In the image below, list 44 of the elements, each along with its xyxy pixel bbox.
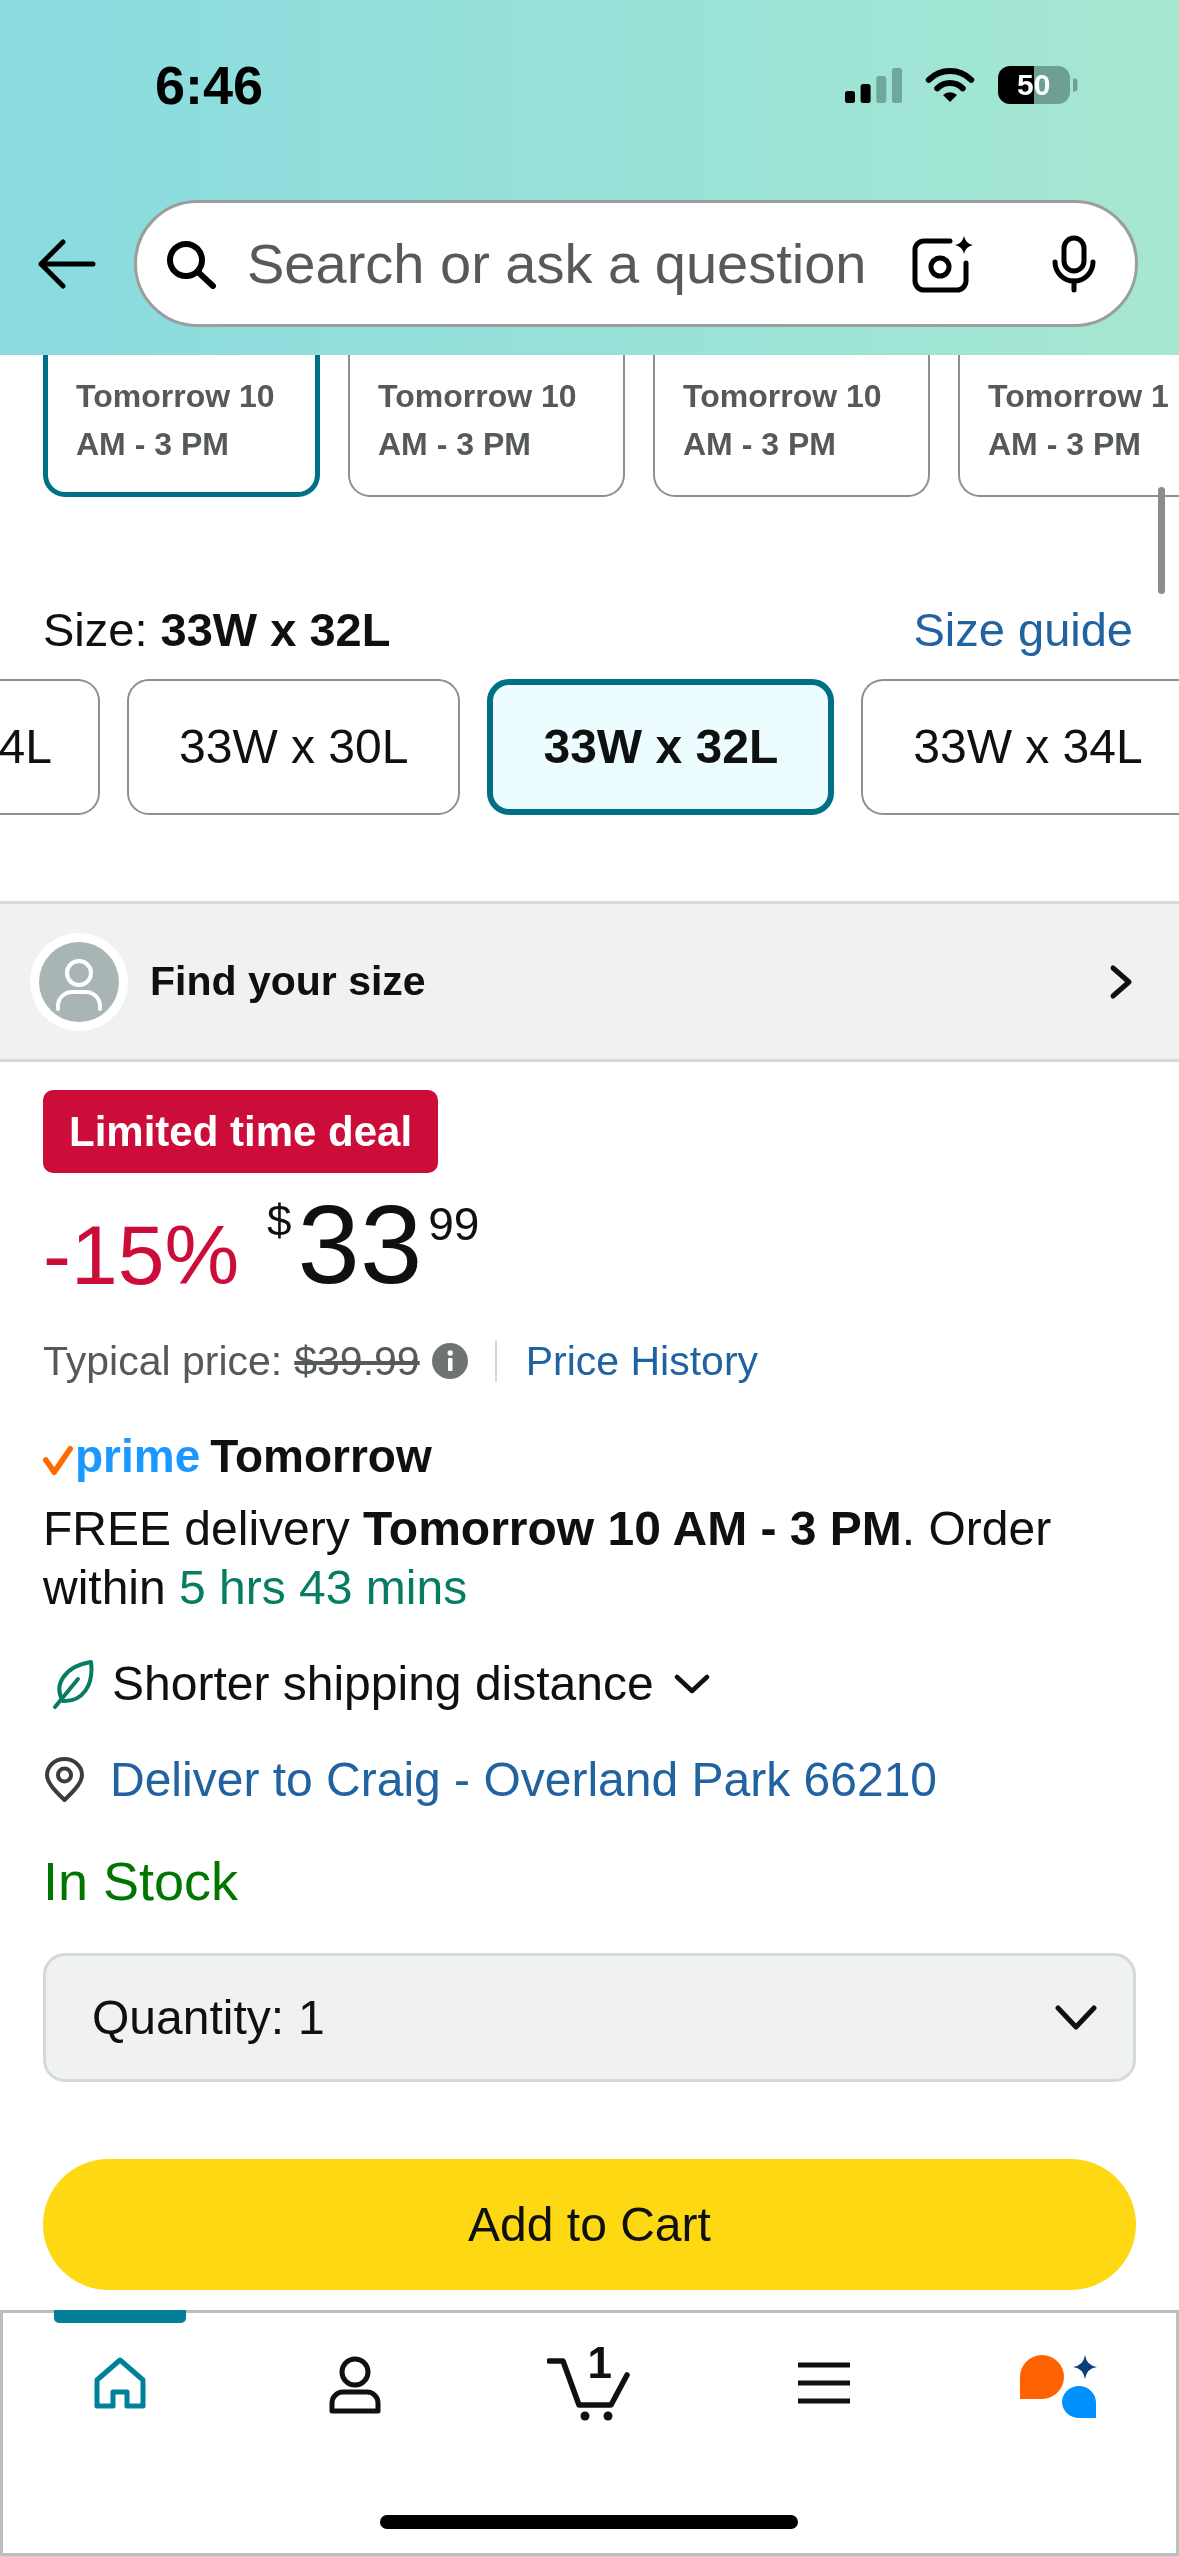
size-option[interactable]: 33W x 32L: [487, 679, 835, 815]
typical-price-value: $39.99: [294, 1340, 420, 1382]
leaf-icon: [51, 1658, 94, 1710]
search-icon: [165, 238, 217, 289]
search-input[interactable]: Search or ask a question: [247, 221, 902, 306]
typical-price-label: Typical price:: [43, 1340, 283, 1382]
shipping-distance-toggle[interactable]: Shorter shipping distance: [112, 1660, 710, 1708]
find-your-size-button[interactable]: Find your size: [0, 901, 1179, 1062]
home-icon[interactable]: [92, 2355, 149, 2411]
chat-bubbles-icon[interactable]: [1019, 2355, 1098, 2419]
delivery-slot-card[interactable]: Tomorrow 1 AM - 3 PM: [958, 355, 1179, 497]
battery-icon: [998, 66, 1078, 104]
cart-count: 1: [587, 2341, 612, 2385]
status-time: 6:46: [155, 58, 264, 112]
check-icon: [43, 1443, 73, 1477]
wifi-icon: [924, 66, 976, 104]
stock-status: In Stock: [43, 1854, 239, 1908]
battery-percentage: 50: [1017, 70, 1051, 100]
delivery-slot-card[interactable]: Tomorrow 10 AM - 3 PM: [348, 355, 625, 497]
avatar-icon: [30, 932, 128, 1031]
signal-icon: [845, 67, 902, 103]
deal-badge: Limited time deal: [43, 1090, 439, 1173]
delivery-speed: Tomorrow: [210, 1433, 432, 1479]
size-option[interactable]: 4L: [0, 679, 100, 815]
info-icon[interactable]: [431, 1343, 468, 1379]
camera-icon[interactable]: [910, 234, 974, 293]
location-pin-icon: [43, 1757, 86, 1803]
delivery-slot-card[interactable]: Tomorrow 10 AM - 3 PM: [653, 355, 930, 497]
chevron-right-icon: [1109, 963, 1133, 1000]
delivery-slot-card[interactable]: Tomorrow 10 AM - 3 PM: [43, 355, 320, 497]
quantity-dropdown[interactable]: Quantity: 1: [43, 1953, 1136, 2082]
deliver-to-link[interactable]: Deliver to Craig - Overland Park 66210: [110, 1756, 938, 1804]
delivery-message: FREE delivery Tomorrow 10 AM - 3 PM. Order within 5 hrs 43 mins: [42, 1501, 1053, 1616]
size-option[interactable]: 33W x 34L: [861, 679, 1179, 815]
add-to-cart-button[interactable]: Add to Cart: [43, 2159, 1136, 2290]
search-bar[interactable]: Search or ask a question: [134, 200, 1138, 327]
chevron-down-icon: [673, 1674, 710, 1694]
size-label: Size: 33W x 32L: [43, 605, 391, 653]
price-history-link[interactable]: Price History: [525, 1340, 759, 1382]
size-option[interactable]: 33W x 30L: [127, 679, 461, 815]
discount-percentage: -15%: [43, 1213, 240, 1297]
menu-icon[interactable]: [796, 2361, 853, 2405]
back-arrow-icon[interactable]: [36, 238, 96, 289]
chevron-down-icon: [1055, 2004, 1097, 2031]
